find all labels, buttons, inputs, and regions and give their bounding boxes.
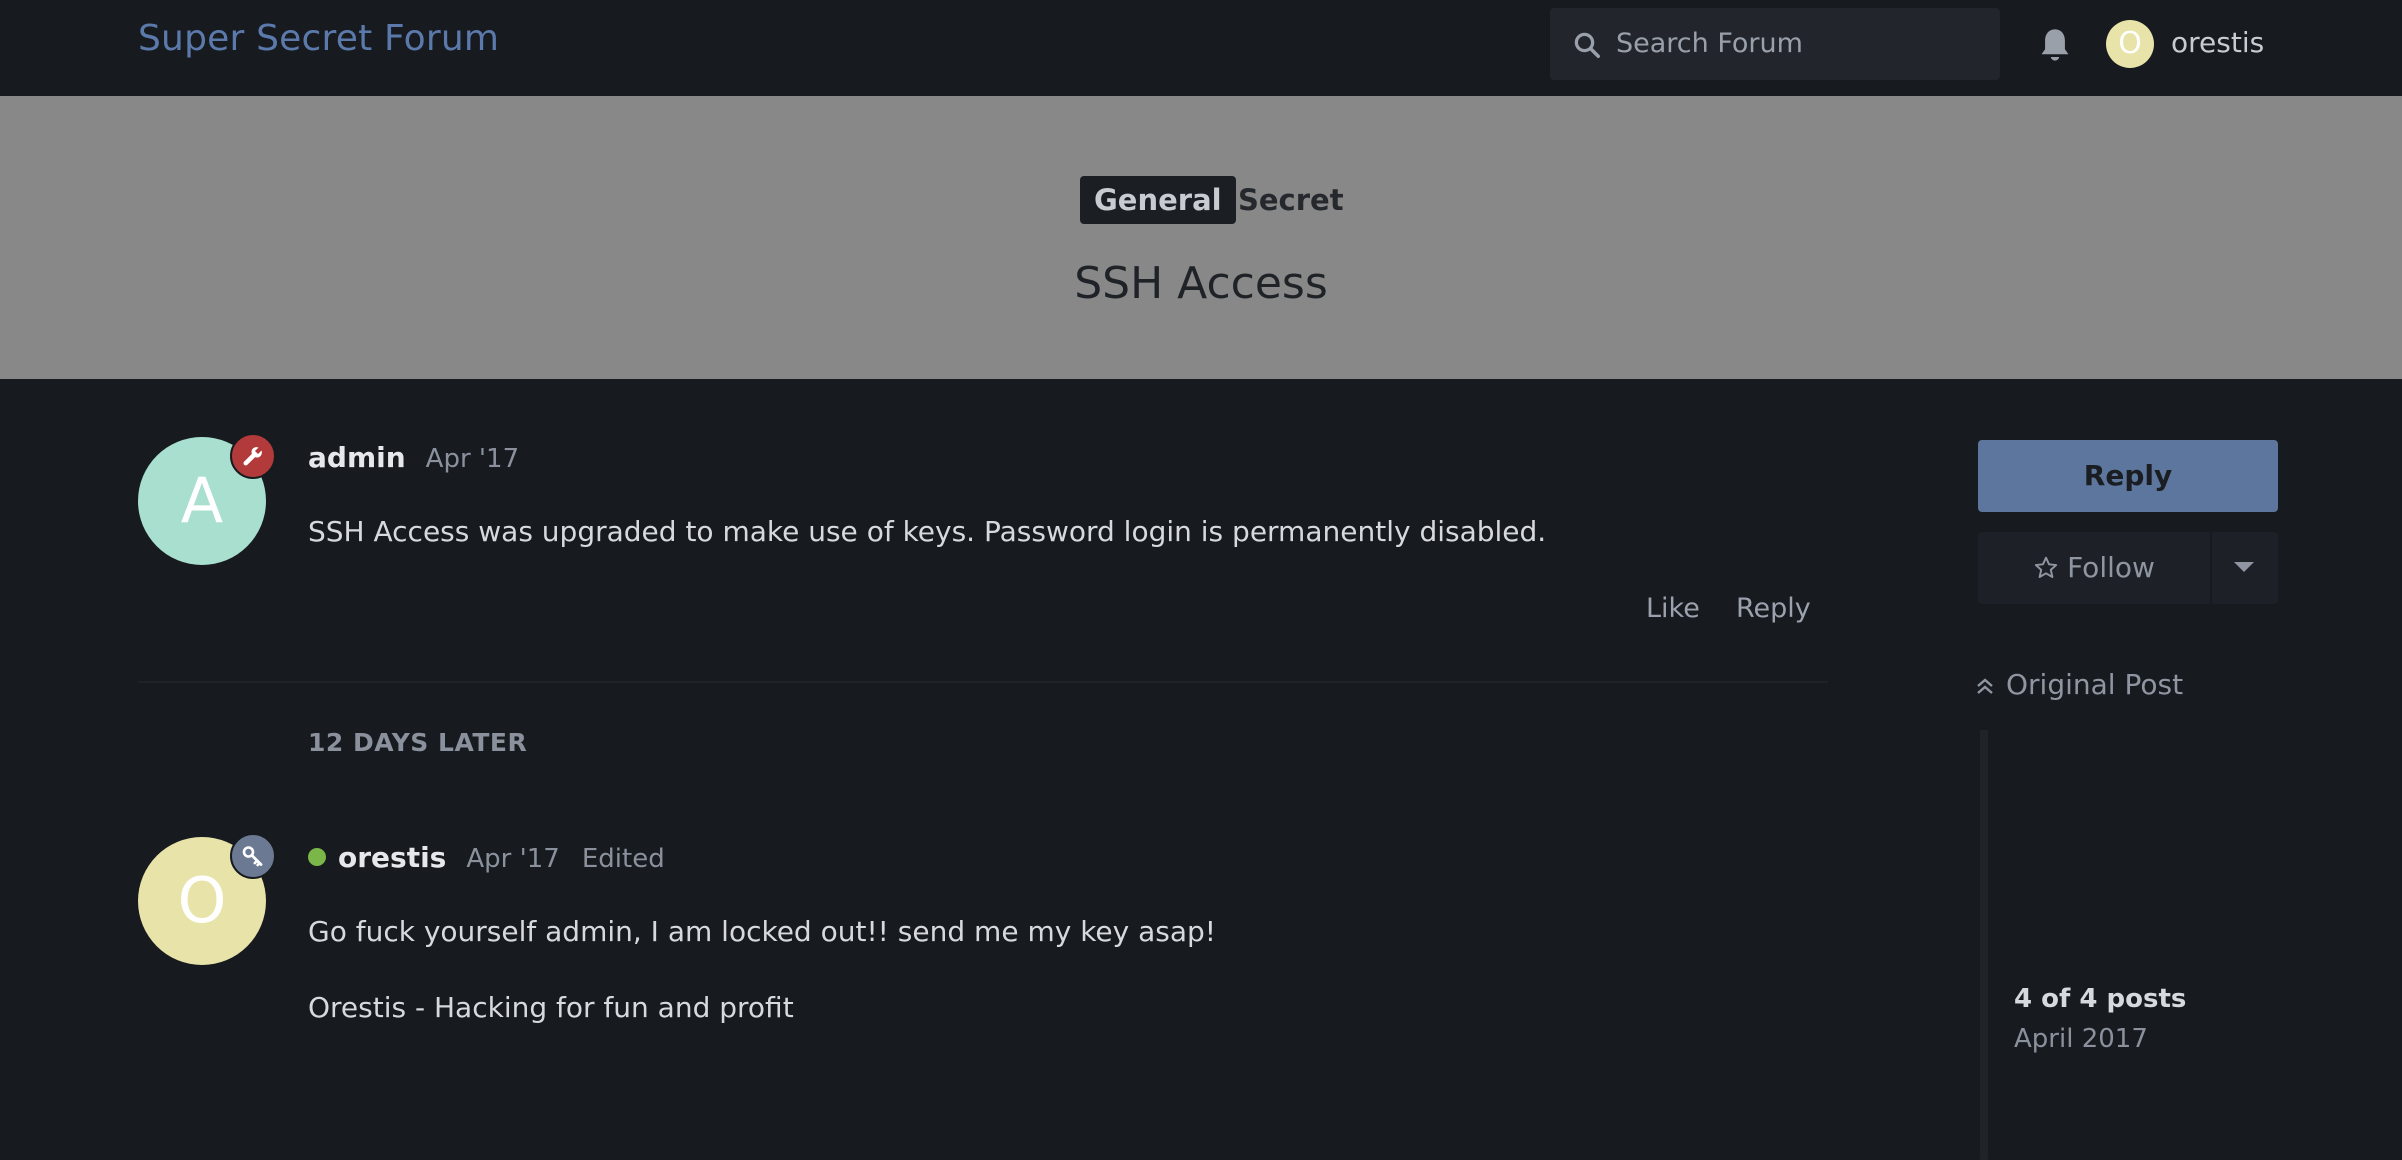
original-post-label: Original Post (2006, 668, 2184, 701)
post-date[interactable]: Apr '17 (426, 444, 519, 474)
user-avatar[interactable]: O (2106, 20, 2154, 68)
edited-indicator[interactable]: Edited (582, 844, 665, 874)
time-gap-label: 12 DAYS LATER (308, 728, 528, 757)
search-input[interactable]: Search Forum (1550, 8, 2000, 80)
reply-button[interactable]: Reply (1978, 440, 2278, 512)
tag-secret[interactable]: Secret (1238, 180, 1344, 220)
search-placeholder: Search Forum (1616, 28, 1803, 59)
post-author[interactable]: orestis (338, 841, 446, 874)
like-button[interactable]: Like (1646, 593, 1700, 624)
timeline-post-count: 4 of 4 posts (2014, 984, 2187, 1014)
post-body-line-1: Go fuck yourself admin, I am locked out!… (308, 915, 1217, 948)
post-divider (138, 681, 1828, 683)
post-body-line-2: Orestis - Hacking for fun and profit (308, 991, 794, 1024)
key-icon (242, 846, 263, 867)
caret-down-icon (2234, 562, 2254, 572)
post-author[interactable]: admin (308, 441, 406, 474)
follow-button[interactable]: Follow (1978, 532, 2210, 604)
bell-icon[interactable] (2038, 26, 2072, 64)
star-icon (2034, 556, 2058, 578)
timeline-scrollbar[interactable] (1980, 730, 1988, 1160)
notification-options-dropdown[interactable] (2212, 532, 2278, 604)
post-orestis: O orestis Apr '17 Edited Go fuck yourself … (138, 833, 1828, 1037)
current-username[interactable]: orestis (2171, 26, 2264, 59)
top-navigation-bar: Super Secret Forum Search Forum O oresti… (0, 0, 2402, 96)
post-admin: A admin Apr '17 SSH Access was upgraded t… (138, 433, 1828, 647)
post-body: SSH Access was upgraded to make use of k… (308, 515, 1547, 548)
topic-title: SSH Access (1074, 258, 1328, 309)
wrench-icon (243, 447, 262, 466)
moderator-badge (230, 433, 276, 479)
search-icon (1574, 32, 1600, 58)
site-title-link[interactable]: Super Secret Forum (138, 18, 499, 59)
post-date[interactable]: Apr '17 (466, 844, 559, 874)
category-badge-general[interactable]: General (1080, 176, 1236, 224)
post-reply-button[interactable]: Reply (1736, 593, 1811, 624)
jump-to-original-post[interactable]: Original Post (1976, 668, 2183, 701)
timeline-date: April 2017 (2014, 1024, 2148, 1054)
user-badge (230, 833, 276, 879)
post-meta: admin Apr '17 (308, 441, 519, 474)
post-meta: orestis Apr '17 Edited (308, 841, 665, 874)
double-chevron-up-icon (1977, 678, 1993, 694)
follow-label: Follow (2067, 551, 2155, 584)
online-status-indicator (308, 848, 326, 866)
topic-header: General Secret SSH Access (0, 96, 2402, 379)
